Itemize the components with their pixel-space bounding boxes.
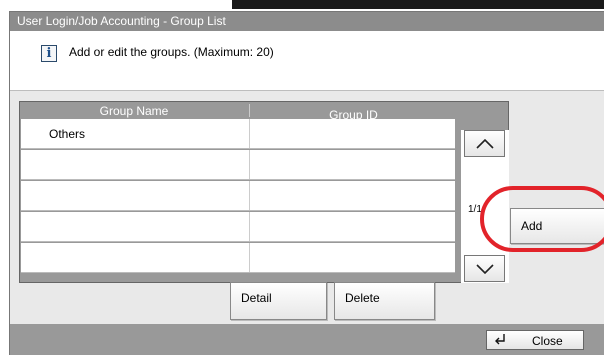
cell-divider — [249, 181, 250, 210]
add-button[interactable]: Add — [510, 208, 604, 244]
header-divider — [249, 104, 250, 117]
group-name-cell: Others — [49, 127, 86, 141]
group-list-window: User Login/Job Accounting - Group List i… — [9, 11, 604, 355]
chevron-down-icon — [475, 263, 494, 274]
table-row[interactable] — [21, 212, 455, 242]
bottom-bar: Close — [10, 324, 604, 355]
list-header: Group Name Group ID — [20, 102, 456, 122]
detail-button[interactable]: Detail — [230, 282, 327, 320]
info-icon: i — [41, 45, 57, 62]
info-message: Add or edit the groups. (Maximum: 20) — [69, 45, 274, 59]
return-arrow-icon — [493, 333, 507, 349]
scroll-down-button[interactable] — [464, 255, 505, 282]
close-button[interactable]: Close — [486, 330, 584, 350]
page-indicator: 1/1 — [468, 204, 482, 215]
group-list-panel: Group Name Group ID Others — [19, 101, 509, 283]
delete-button[interactable]: Delete — [334, 282, 435, 320]
group-rows: Others — [21, 119, 455, 274]
table-row[interactable] — [21, 181, 455, 211]
window-title: User Login/Job Accounting - Group List — [10, 12, 604, 31]
cell-divider — [249, 119, 250, 148]
top-dark-strip — [232, 0, 604, 9]
cell-divider — [249, 212, 250, 241]
table-row[interactable] — [21, 243, 455, 273]
scroll-up-button[interactable] — [464, 130, 505, 157]
chevron-up-icon — [475, 138, 494, 149]
cell-divider — [249, 150, 250, 179]
cell-divider — [249, 243, 250, 272]
table-row[interactable] — [21, 150, 455, 180]
close-label: Close — [532, 334, 563, 348]
column-header-group-name: Group Name — [99, 104, 169, 118]
info-message-area — [10, 31, 604, 91]
table-row[interactable]: Others — [21, 119, 455, 149]
